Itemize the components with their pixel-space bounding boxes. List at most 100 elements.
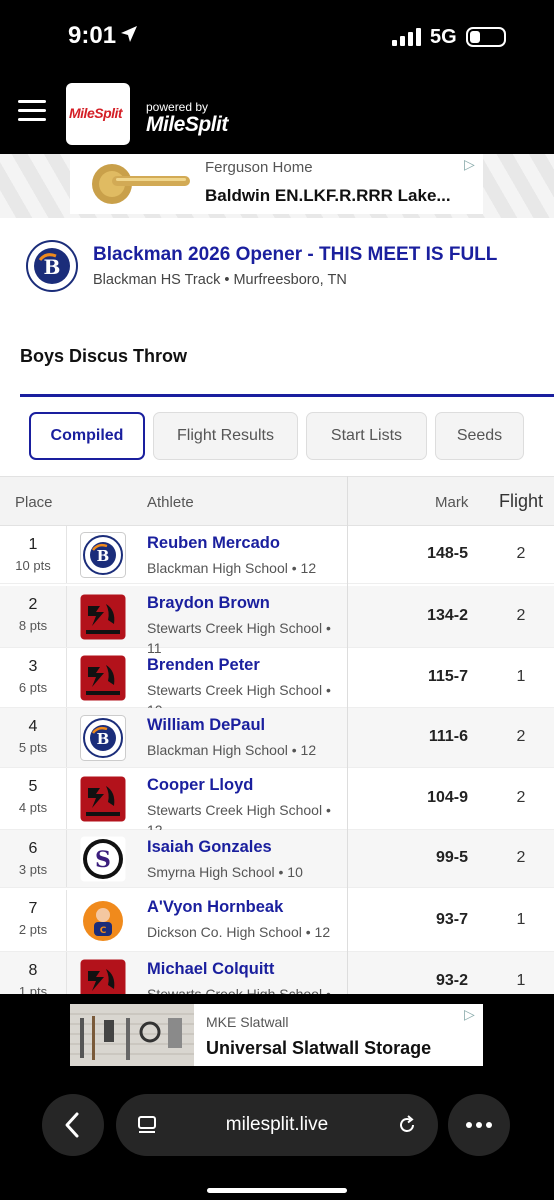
table-row[interactable]: 1 10 pts B Reuben Mercado Blackman High Scho…: [0, 526, 554, 584]
cellular-signal-icon: [392, 28, 421, 46]
tab-start-lists[interactable]: Start Lists: [306, 412, 427, 460]
athlete-school[interactable]: Blackman High School • 12: [147, 740, 343, 760]
more-button[interactable]: [448, 1094, 510, 1156]
ad-card[interactable]: MKE Slatwall Universal Slatwall Storage …: [70, 1004, 483, 1066]
athlete-school[interactable]: Smyrna High School • 10: [147, 862, 343, 882]
main-content: Ferguson Home Baldwin EN.LKF.R.RRR Lake.…: [0, 154, 554, 994]
team-logo[interactable]: S: [80, 836, 126, 882]
url-text: milesplit.live: [225, 1114, 329, 1135]
place-value: 6: [28, 840, 38, 857]
team-logo[interactable]: B: [80, 715, 126, 761]
mark-value: 93-7: [435, 911, 468, 928]
header-place: Place: [15, 494, 53, 511]
athlete-name[interactable]: Cooper Lloyd: [147, 776, 253, 795]
athlete-name[interactable]: William DePaul: [147, 716, 265, 735]
tab-seeds[interactable]: Seeds: [435, 412, 524, 460]
mark-value: 111-6: [428, 728, 468, 745]
svg-text:B: B: [97, 547, 110, 565]
flight-value: 1: [516, 668, 526, 685]
flight-value: 1: [516, 972, 526, 989]
mark-value: 148-5: [427, 545, 468, 562]
mark-value: 93-2: [435, 972, 468, 989]
table-row[interactable]: 4 5 pts B William DePaul Blackman High Schoo…: [0, 708, 554, 768]
athlete-name[interactable]: Isaiah Gonzales: [147, 838, 272, 857]
team-logo[interactable]: C: [80, 898, 126, 944]
home-indicator: [207, 1188, 347, 1193]
place-value: 4: [28, 718, 38, 735]
athlete-name[interactable]: Reuben Mercado: [147, 534, 280, 553]
athlete-mark-divider: [347, 476, 348, 994]
result-tabs: Compiled Flight Results Start Lists Seed…: [0, 412, 554, 462]
column-divider: [66, 586, 67, 647]
team-logo[interactable]: [80, 594, 126, 640]
header-mark: Mark: [435, 494, 469, 511]
slatwall-image: [70, 1004, 194, 1066]
svg-text:C: C: [100, 926, 107, 936]
points-value: 5 pts: [18, 740, 48, 755]
browser-toolbar: milesplit.live: [0, 1082, 554, 1200]
table-row[interactable]: 8 1 pts Michael Colquitt Stewarts Creek Hig…: [0, 952, 554, 994]
table-row[interactable]: 36 pts Brenden Peter Stewarts Creek High S…: [0, 648, 554, 718]
athlete-name[interactable]: Brenden Peter: [147, 656, 260, 675]
tab-flight-results[interactable]: Flight Results: [153, 412, 298, 460]
svg-text:S: S: [95, 847, 111, 873]
place-value: 3: [28, 658, 38, 675]
table-row[interactable]: 6 3 pts S Isaiah Gonzales Smyrna High School…: [0, 830, 554, 888]
chevron-left-icon: [65, 1112, 79, 1138]
place-value: 5: [28, 778, 38, 795]
menu-icon[interactable]: [18, 100, 46, 122]
door-handle-image: [92, 164, 190, 204]
points-value: 1 pts: [18, 984, 48, 994]
points-value: 4 pts: [18, 800, 48, 815]
team-logo[interactable]: [80, 655, 126, 701]
adchoices-icon[interactable]: ▷: [464, 1006, 475, 1023]
athlete-school[interactable]: Dickson Co. High School • 12: [147, 922, 343, 942]
column-divider: [66, 526, 67, 583]
table-row[interactable]: 7 2 pts C A'Vyon Hornbeak Dickson Co. High S…: [0, 890, 554, 952]
ad-card[interactable]: Ferguson Home Baldwin EN.LKF.R.RRR Lake.…: [70, 154, 483, 214]
more-icon: [466, 1122, 492, 1128]
back-button[interactable]: [42, 1094, 104, 1156]
address-bar[interactable]: milesplit.live: [116, 1094, 438, 1156]
column-divider: [66, 830, 67, 887]
athlete-school[interactable]: Stewarts Creek High School • 12: [147, 984, 343, 994]
milesplit-logo[interactable]: MileSplit: [66, 83, 130, 145]
points-value: 6 pts: [18, 680, 48, 695]
team-logo[interactable]: [80, 959, 126, 994]
powered-by-brand: MileSplit: [146, 113, 228, 136]
ad-brand: Ferguson Home: [205, 159, 313, 176]
meet-title[interactable]: Blackman 2026 Opener - THIS MEET IS FULL: [93, 244, 497, 266]
ad-banner-top[interactable]: Ferguson Home Baldwin EN.LKF.R.RRR Lake.…: [0, 154, 554, 218]
blackman-school-logo: B: [26, 240, 78, 292]
adchoices-icon[interactable]: ▷: [464, 156, 475, 173]
flight-value: 1: [516, 911, 526, 928]
ad-brand: MKE Slatwall: [206, 1014, 289, 1030]
points-value: 8 pts: [18, 618, 48, 633]
network-type: 5G: [430, 26, 457, 48]
athlete-name[interactable]: Michael Colquitt: [147, 960, 274, 979]
flight-value: 2: [516, 849, 526, 866]
table-row[interactable]: 54 pts Cooper Lloyd Stewarts Creek High Sc…: [0, 768, 554, 838]
reload-icon[interactable]: [396, 1114, 418, 1136]
event-title: Boys Discus Throw: [20, 346, 188, 366]
mark-value: 134-2: [427, 607, 468, 624]
team-logo[interactable]: B: [80, 532, 126, 578]
place-value: 1: [28, 536, 38, 553]
place-value: 7: [28, 900, 38, 917]
tab-compiled[interactable]: Compiled: [29, 412, 145, 460]
team-logo[interactable]: [80, 776, 126, 822]
points-value: 10 pts: [15, 558, 51, 573]
column-divider: [66, 952, 67, 994]
mark-value: 115-7: [427, 668, 468, 685]
ad-banner-bottom[interactable]: MKE Slatwall Universal Slatwall Storage …: [0, 994, 554, 1082]
athlete-name[interactable]: Braydon Brown: [147, 594, 270, 613]
table-row[interactable]: 28 pts Braydon Brown Stewarts Creek High S…: [0, 586, 554, 656]
points-value: 2 pts: [18, 922, 48, 937]
place-value: 2: [28, 596, 38, 613]
athlete-school[interactable]: Blackman High School • 12: [147, 558, 343, 578]
athlete-name[interactable]: A'Vyon Hornbeak: [147, 898, 283, 917]
flight-value: 2: [516, 607, 526, 624]
location-arrow-icon: [121, 26, 137, 42]
svg-text:B: B: [97, 730, 110, 748]
battery-icon: [466, 27, 506, 47]
